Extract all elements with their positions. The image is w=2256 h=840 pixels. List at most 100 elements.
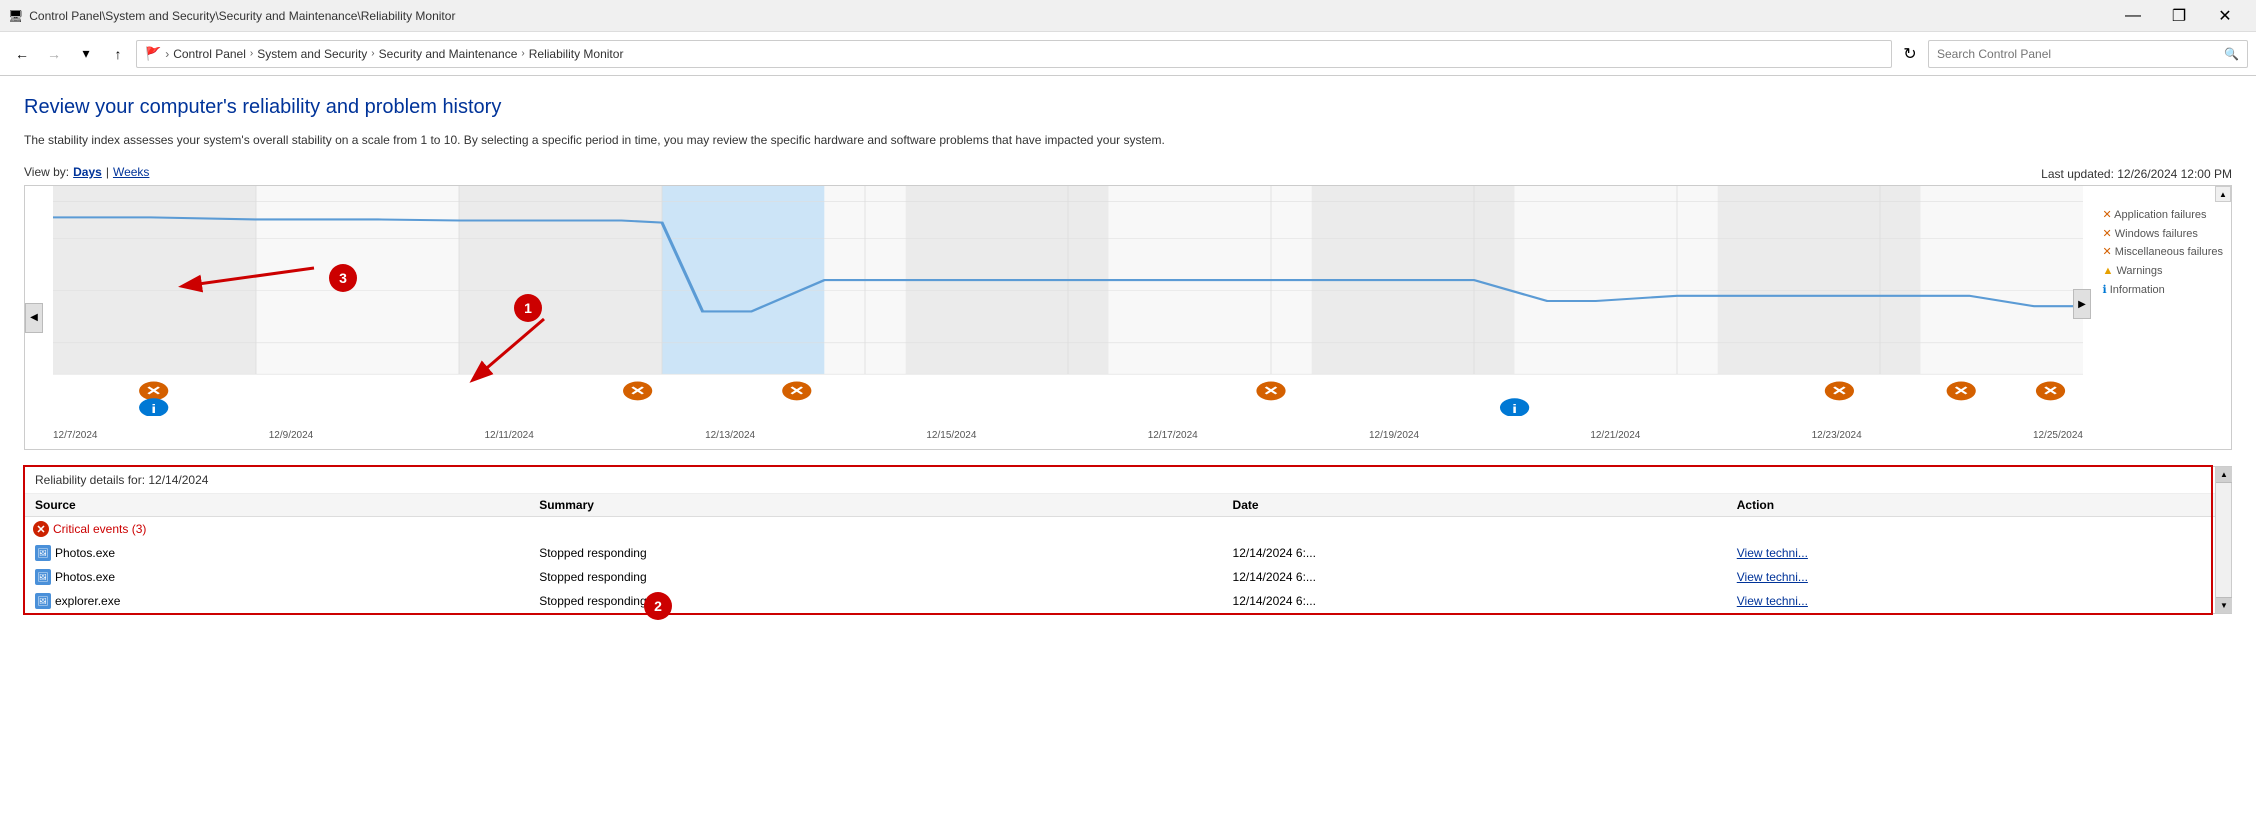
annotation-3-arrow (164, 258, 324, 298)
path-reliability-monitor[interactable]: Reliability Monitor (529, 47, 624, 61)
critical-events-row[interactable]: ✕ Critical events (3) (25, 517, 2231, 542)
row1-source: 🖼 Photos.exe (25, 541, 529, 565)
x-label-4: 12/15/2024 (926, 430, 976, 441)
x-label-7: 12/21/2024 (1590, 430, 1640, 441)
warnings-icon: ▲ (2103, 265, 2117, 277)
col-date: Date (1223, 494, 1727, 517)
row1-summary: Stopped responding (529, 541, 1222, 565)
dropdown-button[interactable]: ▾ (72, 40, 100, 68)
x-label-8: 12/23/2024 (1812, 430, 1862, 441)
critical-error-icon: ✕ (33, 521, 49, 537)
col-action: Action (1727, 494, 2231, 517)
table-header-row: Source Summary Date Action (25, 494, 2231, 517)
scroll-down-btn[interactable]: ▼ (2216, 597, 2232, 613)
table-row[interactable]: 🖼 explorer.exe Stopped responding 12/14/… (25, 589, 2231, 613)
app-icon-photos2: 🖼 (35, 569, 51, 585)
annotation-3-circle: 3 (329, 264, 357, 292)
search-box[interactable]: 🔍 (1928, 40, 2248, 68)
critical-events-label: ✕ Critical events (3) (33, 521, 2223, 537)
svg-text:✕: ✕ (789, 384, 805, 398)
view-weeks-link[interactable]: Weeks (113, 165, 149, 179)
reliability-chart: 10 5 1 ✕ ✕ ✕ ✕ (53, 186, 2083, 416)
table-row[interactable]: 🖼 Photos.exe Stopped responding 12/14/20… (25, 541, 2231, 565)
annotation-2-circle: 2 (644, 592, 672, 620)
search-input[interactable] (1937, 47, 2224, 61)
page-title: Review your computer's reliability and p… (24, 96, 2232, 119)
row3-source: 🖼 explorer.exe (25, 589, 529, 613)
detail-table: Source Summary Date Action ✕ Critical ev… (25, 494, 2231, 613)
view-days-link[interactable]: Days (73, 165, 102, 179)
address-bar: ← → ▾ ↑ 🚩 › Control Panel › System and S… (0, 32, 2256, 76)
x-label-2: 12/11/2024 (485, 430, 534, 441)
annotation-1-arrow (454, 314, 574, 394)
scroll-up-btn[interactable]: ▲ (2216, 467, 2232, 483)
svg-text:i: i (1512, 403, 1517, 416)
col-source: Source (25, 494, 529, 517)
main-content: Review your computer's reliability and p… (0, 76, 2256, 840)
svg-text:✕: ✕ (629, 384, 645, 398)
forward-button[interactable]: → (40, 40, 68, 68)
svg-text:✕: ✕ (1831, 384, 1847, 398)
row1-date: 12/14/2024 6:... (1223, 541, 1727, 565)
x-label-5: 12/17/2024 (1148, 430, 1198, 441)
chart-container[interactable]: ◀ (24, 185, 2232, 450)
svg-text:✕: ✕ (1953, 384, 1969, 398)
row2-date: 12/14/2024 6:... (1223, 565, 1727, 589)
chart-nav-left[interactable]: ◀ (25, 303, 43, 333)
row3-action[interactable]: View techni... (1727, 589, 2231, 613)
x-label-3: 12/13/2024 (705, 430, 755, 441)
view-by: View by: Days | Weeks (24, 165, 149, 179)
table-row[interactable]: 🖼 Photos.exe Stopped responding 12/14/20… (25, 565, 2231, 589)
row2-source: 🖼 Photos.exe (25, 565, 529, 589)
minimize-button[interactable]: — (2110, 0, 2156, 32)
search-icon: 🔍 (2224, 47, 2239, 61)
reliability-details: Reliability details for: 12/14/2024 Sour… (24, 466, 2232, 614)
svg-text:✕: ✕ (1263, 384, 1279, 398)
address-path[interactable]: 🚩 › Control Panel › System and Security … (136, 40, 1892, 68)
row2-summary: Stopped responding (529, 565, 1222, 589)
svg-text:✕: ✕ (2042, 384, 2058, 398)
x-label-6: 12/19/2024 (1369, 430, 1419, 441)
misc-failures-icon: ✕ (2103, 246, 2115, 258)
annotation-1-circle: 1 (514, 294, 542, 322)
x-label-1: 12/9/2024 (269, 430, 314, 441)
up-button[interactable]: ↑ (104, 40, 132, 68)
description: The stability index assesses your system… (24, 131, 2232, 149)
col-summary: Summary (529, 494, 1222, 517)
x-label-9: 12/25/2024 (2033, 430, 2083, 441)
row2-action[interactable]: View techni... (1727, 565, 2231, 589)
back-button[interactable]: ← (8, 40, 36, 68)
legend-misc-failures: ✕ Miscellaneous failures (2103, 243, 2224, 262)
title-bar-text: Control Panel\System and Security\Securi… (29, 9, 2110, 23)
details-scrollbar: ▲ ▼ (2215, 467, 2231, 613)
scrollbar-up[interactable]: ▲ (2215, 186, 2231, 202)
legend-windows-failures: ✕ Windows failures (2103, 225, 2224, 244)
view-by-row: View by: Days | Weeks Last updated: 12/2… (24, 165, 2232, 183)
chart-nav-right[interactable]: ▶ (2073, 289, 2091, 319)
app-failures-icon: ✕ (2103, 209, 2115, 221)
path-control-panel[interactable]: Control Panel (173, 47, 246, 61)
close-button[interactable]: ✕ (2202, 0, 2248, 32)
information-icon: ℹ (2103, 284, 2110, 296)
x-label-0: 12/7/2024 (53, 430, 98, 441)
legend-app-failures: ✕ Application failures (2103, 206, 2224, 225)
row1-action[interactable]: View techni... (1727, 541, 2231, 565)
row3-date: 12/14/2024 6:... (1223, 589, 1727, 613)
legend-information: ℹ Information (2103, 281, 2224, 300)
path-security-maintenance[interactable]: Security and Maintenance (379, 47, 518, 61)
svg-text:i: i (151, 403, 156, 416)
app-icon-photos1: 🖼 (35, 545, 51, 561)
view-by-label: View by: (24, 165, 69, 179)
chart-legend: ✕ Application failures ✕ Windows failure… (2103, 206, 2224, 299)
refresh-button[interactable]: ↻ (1896, 40, 1924, 68)
row3-summary: Stopped responding (529, 589, 1222, 613)
window-controls: — ❐ ✕ (2110, 0, 2248, 32)
path-system-security[interactable]: System and Security (257, 47, 367, 61)
svg-text:✕: ✕ (146, 384, 162, 398)
last-updated: Last updated: 12/26/2024 12:00 PM (2041, 167, 2232, 181)
maximize-button[interactable]: ❐ (2156, 0, 2202, 32)
window-icon: 🖥 (8, 9, 23, 23)
legend-warnings: ▲ Warnings (2103, 262, 2224, 281)
x-axis-labels: 12/7/2024 12/9/2024 12/11/2024 12/13/202… (53, 430, 2083, 441)
title-bar: 🖥 Control Panel\System and Security\Secu… (0, 0, 2256, 32)
